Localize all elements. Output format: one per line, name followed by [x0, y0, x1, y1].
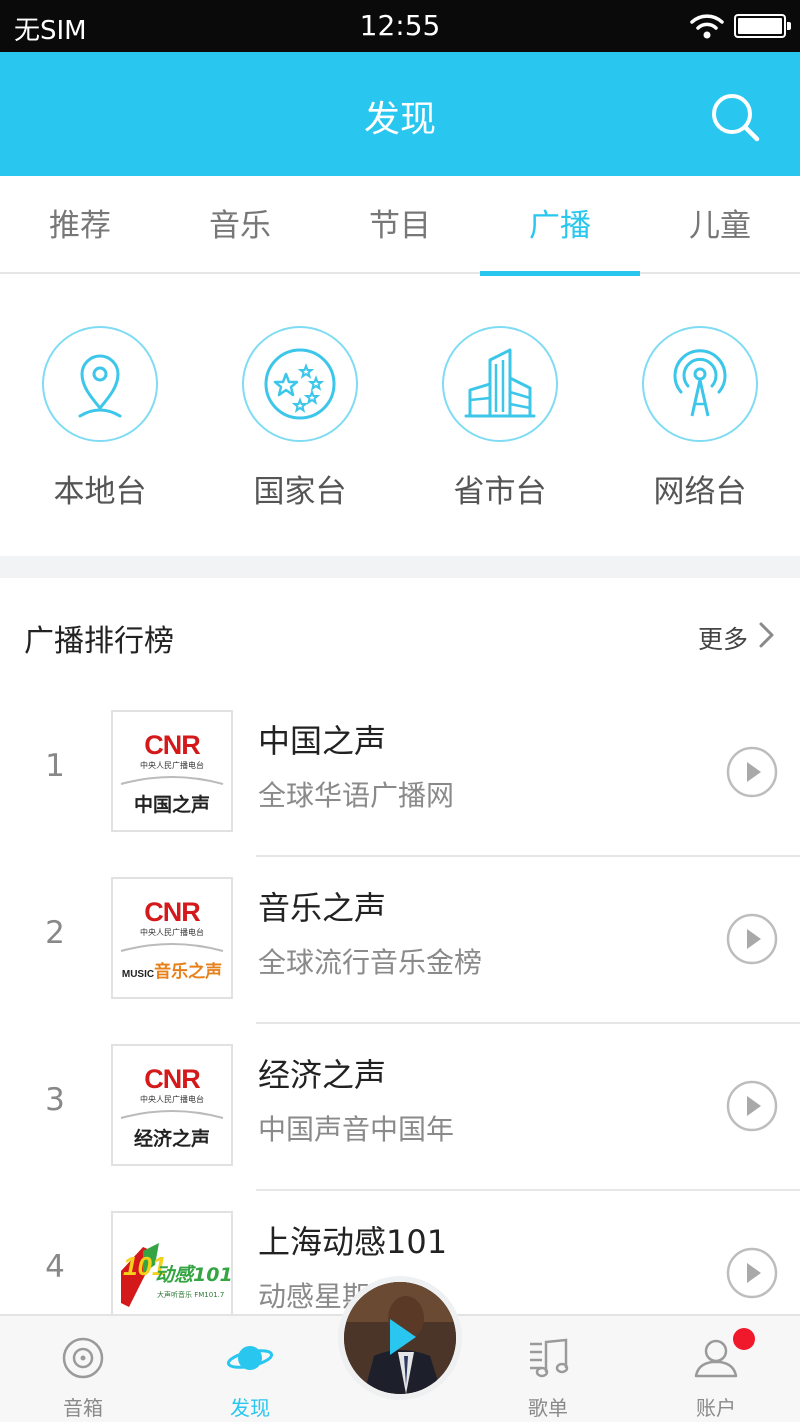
- play-button[interactable]: [726, 913, 778, 965]
- tab-music[interactable]: 音乐: [160, 176, 320, 274]
- station-subtitle: 全球流行音乐金榜: [258, 946, 483, 979]
- logo-brand: CNR: [144, 897, 201, 927]
- list-item[interactable]: 1 CNR 中央人民广播电台 中国之声 中国之声 全球华语广播网: [0, 690, 800, 857]
- nav-playlist[interactable]: 歌单: [468, 1316, 628, 1422]
- station-name: 经济之声: [258, 1056, 387, 1094]
- logo-channel: 经济之声: [133, 1128, 210, 1150]
- logo-org: 中央人民广播电台: [140, 1095, 204, 1104]
- list-item[interactable]: 2 CNR 中央人民广播电台 MUSIC音乐之声 音乐之声 全球流行音乐金榜: [0, 857, 800, 1024]
- nav-account-label: 账户: [696, 1396, 736, 1420]
- category-network-label: 网络台: [653, 474, 747, 510]
- logo-org: 中央人民广播电台: [140, 761, 204, 770]
- station-logo: CNR 中央人民广播电台 经济之声: [111, 1044, 233, 1166]
- play-icon: [390, 1319, 416, 1355]
- stars-emblem-icon: [264, 348, 336, 420]
- station-categories: 本地台 国家台 省市台 网络台: [0, 276, 800, 556]
- rank-number: 3: [45, 1082, 65, 1118]
- location-pin-icon: [78, 354, 122, 418]
- playlist-icon: [530, 1338, 569, 1378]
- nav-playlist-label: 歌单: [528, 1396, 568, 1420]
- station-name: 中国之声: [258, 722, 387, 760]
- logo-prefix: MUSIC: [121, 969, 155, 980]
- logo-channel-text: 音乐之声: [154, 962, 223, 982]
- buildings-icon: [464, 348, 536, 418]
- nav-speaker[interactable]: 音箱: [3, 1316, 163, 1422]
- page-title: 发现: [363, 99, 436, 140]
- radio-tower-icon: [673, 349, 727, 417]
- clock: 12:55: [359, 9, 441, 42]
- logo-brand: CNR: [144, 1064, 201, 1094]
- wifi-icon: [690, 14, 724, 39]
- category-network[interactable]: 网络台: [600, 326, 800, 526]
- station-logo: CNR 中央人民广播电台 中国之声: [111, 710, 233, 832]
- battery-icon: [734, 14, 791, 38]
- rank-number: 1: [45, 748, 65, 784]
- rank-number: 2: [45, 915, 65, 951]
- nav-account[interactable]: 账户: [636, 1316, 796, 1422]
- tab-recommend[interactable]: 推荐: [0, 176, 160, 274]
- station-logo: CNR 中央人民广播电台 MUSIC音乐之声: [111, 877, 233, 999]
- logo-swoosh: [120, 943, 224, 952]
- category-provincial-label: 省市台: [453, 474, 547, 510]
- play-button[interactable]: [726, 1080, 778, 1132]
- category-national[interactable]: 国家台: [200, 326, 400, 526]
- app-header: 发现: [0, 52, 800, 176]
- category-tabs: 推荐 音乐 节目 广播 儿童: [0, 176, 800, 276]
- logo-brand: CNR: [144, 730, 201, 760]
- status-bar: 无SIM 12:55: [0, 0, 800, 52]
- play-button[interactable]: [726, 1247, 778, 1299]
- category-national-label: 国家台: [253, 474, 347, 510]
- nav-discover[interactable]: 发现: [170, 1316, 330, 1422]
- category-local-label: 本地台: [53, 474, 147, 510]
- play-button[interactable]: [726, 746, 778, 798]
- tab-programs[interactable]: 节目: [320, 176, 480, 274]
- more-link[interactable]: 更多: [698, 620, 748, 656]
- logo-channel: MUSIC音乐之声: [113, 957, 231, 982]
- logo-swoosh: [120, 1110, 224, 1119]
- now-playing-button[interactable]: [344, 1282, 456, 1394]
- station-subtitle: 中国声音中国年: [258, 1113, 455, 1146]
- logo-channel: 动感101: [155, 1264, 231, 1286]
- ranking-title: 广播排行榜: [24, 624, 174, 659]
- planet-icon: [226, 1346, 274, 1370]
- station-subtitle: 全球华语广播网: [258, 779, 455, 812]
- tab-kids[interactable]: 儿童: [640, 176, 800, 274]
- list-item[interactable]: 3 CNR 中央人民广播电台 经济之声 经济之声 中国声音中国年: [0, 1024, 800, 1191]
- station-name: 上海动感101: [258, 1223, 448, 1261]
- category-provincial[interactable]: 省市台: [400, 326, 600, 526]
- chevron-right-icon[interactable]: [758, 620, 776, 650]
- search-icon[interactable]: [708, 90, 762, 144]
- tab-radio[interactable]: 广播: [480, 176, 640, 276]
- rank-number: 4: [45, 1249, 65, 1285]
- nav-discover-label: 发现: [230, 1396, 270, 1420]
- station-name: 音乐之声: [258, 889, 387, 927]
- logo-tagline: 大声听音乐 FM101.7: [157, 1290, 224, 1299]
- logo-org: 中央人民广播电台: [140, 928, 204, 937]
- speaker-icon: [62, 1337, 104, 1379]
- category-local[interactable]: 本地台: [0, 326, 200, 526]
- section-divider: [0, 556, 800, 578]
- logo-channel: 中国之声: [133, 794, 210, 816]
- notification-badge: [733, 1328, 755, 1350]
- logo-swoosh: [120, 776, 224, 785]
- nav-speaker-label: 音箱: [63, 1396, 103, 1420]
